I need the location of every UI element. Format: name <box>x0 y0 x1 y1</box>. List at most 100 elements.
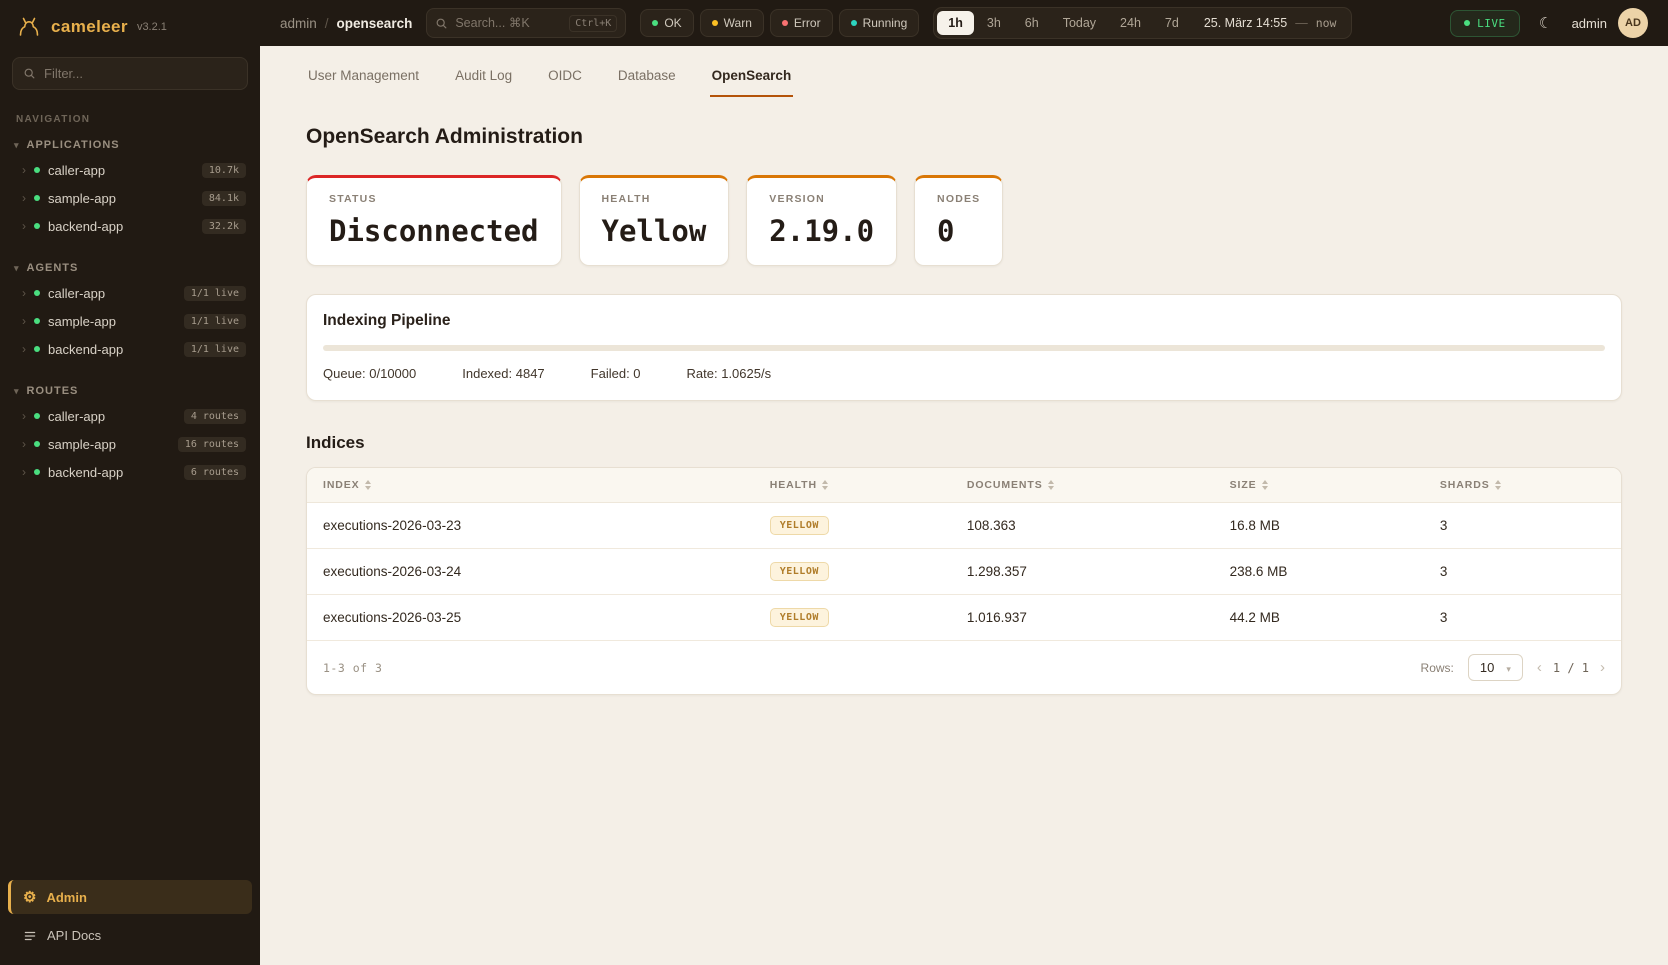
logo-text: cameleer <box>51 17 128 37</box>
stat-value: 2.19.0 <box>769 214 874 248</box>
cell-size: 238.6 MB <box>1214 549 1424 595</box>
avatar[interactable]: AD <box>1618 8 1648 38</box>
health-badge: YELLOW <box>770 608 829 627</box>
tab-opensearch[interactable]: OpenSearch <box>710 62 794 97</box>
sidebar-item-agents-backend-app[interactable]: backend-app 1/1 live <box>0 335 260 363</box>
tab-audit-log[interactable]: Audit Log <box>453 62 514 97</box>
sidebar-item-agents-caller-app[interactable]: caller-app 1/1 live <box>0 279 260 307</box>
sidebar-section-routes[interactable]: ROUTES <box>0 373 260 402</box>
status-filter-ok[interactable]: OK <box>640 9 693 37</box>
status-filter-running[interactable]: Running <box>839 9 920 37</box>
breadcrumb-parent[interactable]: admin <box>280 16 317 31</box>
logo-version: v3.2.1 <box>137 21 167 33</box>
sort-icon <box>1495 480 1501 490</box>
indexing-pipeline-panel: Indexing Pipeline Queue: 0/10000 Indexed… <box>306 294 1622 401</box>
column-header-size[interactable]: SIZE <box>1214 468 1424 503</box>
tab-oidc[interactable]: OIDC <box>546 62 584 97</box>
time-range-6h[interactable]: 6h <box>1014 11 1050 35</box>
chevron-right-icon <box>22 189 26 207</box>
global-search: Ctrl+K <box>426 8 626 38</box>
prev-page-button[interactable]: ‹ <box>1537 660 1542 675</box>
sidebar-section-agents[interactable]: AGENTS <box>0 250 260 279</box>
live-dot-icon <box>1464 20 1470 26</box>
chevron-right-icon <box>22 312 26 330</box>
item-label: caller-app <box>48 409 176 424</box>
chevron-right-icon <box>22 217 26 235</box>
stat-value: 0 <box>937 214 980 248</box>
caret-down-icon <box>14 139 20 151</box>
table-row[interactable]: executions-2026-03-23 YELLOW 108.363 16.… <box>307 503 1621 549</box>
time-range-3h[interactable]: 3h <box>976 11 1012 35</box>
table-row[interactable]: executions-2026-03-24 YELLOW 1.298.357 2… <box>307 549 1621 595</box>
cell-index: executions-2026-03-24 <box>307 549 754 595</box>
sidebar-item-applications-backend-app[interactable]: backend-app 32.2k <box>0 212 260 240</box>
search-icon <box>23 67 36 80</box>
item-badge: 16 routes <box>178 437 246 452</box>
status-dot-icon <box>34 167 40 173</box>
tab-database[interactable]: Database <box>616 62 678 97</box>
status-dot-icon <box>34 413 40 419</box>
sidebar-item-routes-sample-app[interactable]: sample-app 16 routes <box>0 430 260 458</box>
top-bar: admin / opensearch Ctrl+K OK Warn <box>260 0 1668 46</box>
pipeline-indexed: Indexed: 4847 <box>462 366 544 381</box>
item-badge: 84.1k <box>202 191 246 206</box>
column-header-shards[interactable]: SHARDS <box>1424 468 1621 503</box>
sidebar-item-admin[interactable]: Admin <box>8 880 252 914</box>
logo: cameleer v3.2.1 <box>0 0 260 49</box>
time-range-1h[interactable]: 1h <box>937 11 974 35</box>
table-footer: 1-3 of 3 Rows: 10 ‹ 1 / 1 › <box>307 641 1621 694</box>
time-range-7d[interactable]: 7d <box>1154 11 1190 35</box>
gear-icon <box>23 888 36 906</box>
cell-index: executions-2026-03-23 <box>307 503 754 549</box>
cell-documents: 1.016.937 <box>951 595 1214 641</box>
column-header-health[interactable]: HEALTH <box>754 468 951 503</box>
item-label: backend-app <box>48 342 176 357</box>
caret-down-icon <box>14 385 20 397</box>
stat-card-nodes: NODES 0 <box>914 175 1003 266</box>
time-range-today[interactable]: Today <box>1052 11 1107 35</box>
moon-icon <box>1539 14 1552 32</box>
next-page-button[interactable]: › <box>1600 660 1605 675</box>
api-docs-label: API Docs <box>47 928 101 943</box>
running-dot-icon <box>851 20 857 26</box>
dark-mode-toggle[interactable] <box>1531 8 1561 38</box>
live-badge[interactable]: LIVE <box>1450 10 1520 37</box>
cell-size: 44.2 MB <box>1214 595 1424 641</box>
sidebar-item-agents-sample-app[interactable]: sample-app 1/1 live <box>0 307 260 335</box>
cell-health: YELLOW <box>754 549 951 595</box>
cell-shards: 3 <box>1424 503 1621 549</box>
status-dot-icon <box>34 223 40 229</box>
chevron-right-icon <box>22 161 26 179</box>
sidebar-item-api-docs[interactable]: API Docs <box>8 920 252 951</box>
item-label: backend-app <box>48 465 176 480</box>
status-filter-error[interactable]: Error <box>770 9 833 37</box>
column-header-documents[interactable]: DOCUMENTS <box>951 468 1214 503</box>
cell-documents: 108.363 <box>951 503 1214 549</box>
sidebar-section-applications[interactable]: APPLICATIONS <box>0 127 260 156</box>
sidebar-item-routes-backend-app[interactable]: backend-app 6 routes <box>0 458 260 486</box>
status-filter-warn[interactable]: Warn <box>700 9 764 37</box>
sidebar-item-applications-caller-app[interactable]: caller-app 10.7k <box>0 156 260 184</box>
item-badge: 10.7k <box>202 163 246 178</box>
cell-documents: 1.298.357 <box>951 549 1214 595</box>
section-label: APPLICATIONS <box>27 139 120 151</box>
date-now: now <box>1316 16 1337 30</box>
item-label: sample-app <box>48 437 170 452</box>
table-row[interactable]: executions-2026-03-25 YELLOW 1.016.937 4… <box>307 595 1621 641</box>
pipeline-failed: Failed: 0 <box>591 366 641 381</box>
sidebar-item-routes-caller-app[interactable]: caller-app 4 routes <box>0 402 260 430</box>
sidebar: cameleer v3.2.1 NAVIGATION APPLICATIONS … <box>0 0 260 965</box>
tab-user-management[interactable]: User Management <box>306 62 421 97</box>
filter-input[interactable] <box>44 66 237 81</box>
column-header-index[interactable]: INDEX <box>307 468 754 503</box>
time-range-24h[interactable]: 24h <box>1109 11 1152 35</box>
rows-per-page-select[interactable]: 10 <box>1468 654 1523 681</box>
indices-table: INDEX HEALTH DOCUMENTS SIZE SHARDS execu… <box>307 468 1621 641</box>
rows-per-page-label: Rows: <box>1421 661 1454 675</box>
cell-shards: 3 <box>1424 595 1621 641</box>
status-filter-group: OK Warn Error Running <box>640 9 919 37</box>
sidebar-item-applications-sample-app[interactable]: sample-app 84.1k <box>0 184 260 212</box>
search-input[interactable] <box>455 16 562 30</box>
cell-index: executions-2026-03-25 <box>307 595 754 641</box>
pipeline-stats: Queue: 0/10000 Indexed: 4847 Failed: 0 R… <box>323 366 1605 381</box>
